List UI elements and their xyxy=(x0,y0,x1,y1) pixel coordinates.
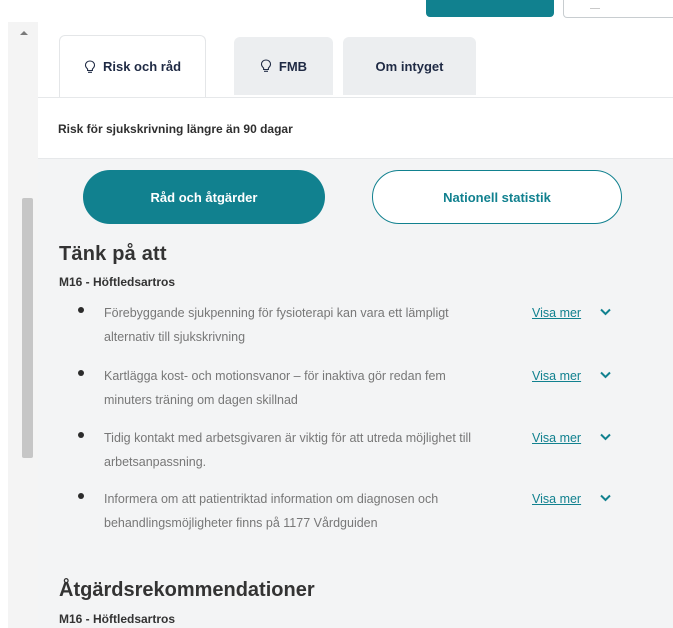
bullet-icon xyxy=(78,432,84,438)
tab-bar: Risk och råd FMB Om intyget xyxy=(38,22,673,97)
risk-header-text: Risk för sjukskrivning längre än 90 daga… xyxy=(58,122,293,136)
tab-risk-och-rad[interactable]: Risk och råd xyxy=(59,35,206,97)
bullet-icon xyxy=(78,493,84,499)
bullet-icon xyxy=(78,307,84,313)
visa-mer-link[interactable]: Visa mer xyxy=(532,364,581,388)
risk-header-row: Risk för sjukskrivning längre än 90 daga… xyxy=(38,97,673,159)
button-label: Nationell statistik xyxy=(443,189,551,205)
bullet-icon xyxy=(78,370,84,376)
nationell-statistik-button[interactable]: Nationell statistik xyxy=(372,170,622,224)
diagnosis-label: M16 - Höftledsartros xyxy=(59,612,176,626)
scroll-thumb[interactable] xyxy=(22,198,33,458)
top-secondary-button[interactable] xyxy=(563,0,673,18)
chevron-down-icon[interactable] xyxy=(600,371,611,379)
visa-mer-link[interactable]: Visa mer xyxy=(532,426,581,450)
chevron-down-icon[interactable] xyxy=(600,494,611,502)
diagnosis-label: M16 - Höftledsartros xyxy=(59,275,176,289)
chevron-down-icon[interactable] xyxy=(600,433,611,441)
lightbulb-icon xyxy=(84,59,96,73)
lightbulb-icon xyxy=(260,59,271,72)
list-item-text: Tidig kontakt med arbetsgivaren är vikti… xyxy=(104,431,472,469)
list-item-text: Kartlägga kost- och motionsvanor – för i… xyxy=(104,369,446,407)
section-title-tank-pa-att: Tänk på att xyxy=(59,243,167,265)
list-item-text: Förebyggande sjukpenning för fysioterapi… xyxy=(104,306,449,344)
list-item-text: Informera om att patientriktad informati… xyxy=(104,492,439,530)
chevron-down-icon[interactable] xyxy=(600,308,611,316)
tab-label: Risk och råd xyxy=(102,59,182,74)
scroll-up-arrow-icon[interactable] xyxy=(20,31,28,35)
tab-fmb[interactable]: FMB xyxy=(234,37,333,95)
section-title-atgardsrekommendationer: Åtgärdsrekommendationer xyxy=(59,579,315,601)
dash-icon xyxy=(590,8,600,9)
scrollbar[interactable] xyxy=(8,22,38,628)
top-strip xyxy=(0,0,673,22)
visa-mer-link[interactable]: Visa mer xyxy=(532,301,581,325)
button-label: Råd och åtgärder xyxy=(150,189,258,205)
tab-label: FMB xyxy=(278,58,308,74)
visa-mer-link[interactable]: Visa mer xyxy=(532,487,581,511)
top-primary-button[interactable] xyxy=(426,0,554,17)
risk-panel: Risk och råd FMB Om intyget Risk för sju… xyxy=(38,22,673,628)
tab-om-intyget[interactable]: Om intyget xyxy=(343,37,476,95)
rad-och-atgarder-button[interactable]: Råd och åtgärder xyxy=(83,170,325,224)
tab-label: Om intyget xyxy=(375,58,444,74)
